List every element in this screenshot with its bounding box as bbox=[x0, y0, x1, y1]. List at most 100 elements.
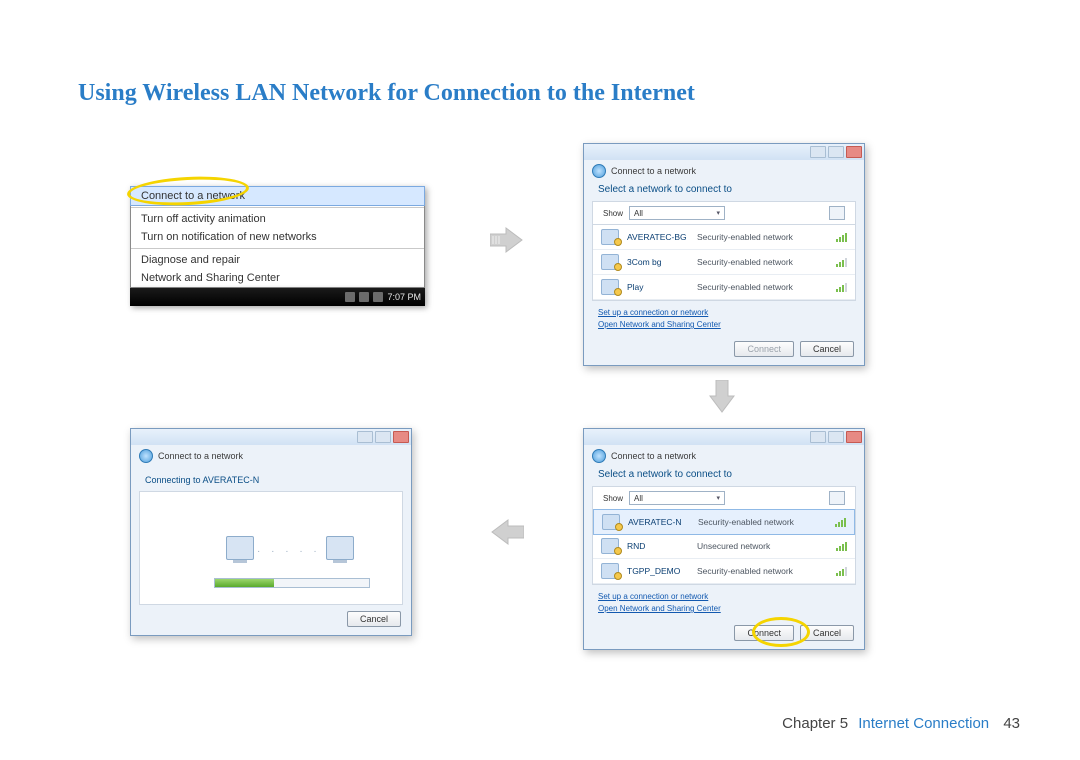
show-label: Show bbox=[603, 209, 623, 218]
network-row[interactable]: RND Unsecured network bbox=[593, 534, 855, 559]
signal-bars-icon bbox=[836, 282, 847, 292]
network-icon bbox=[601, 563, 619, 579]
network-icon bbox=[601, 279, 619, 295]
network-icon bbox=[601, 538, 619, 554]
chevron-down-icon: ▾ bbox=[717, 494, 721, 502]
network-name: AVERATEC-BG bbox=[627, 232, 689, 242]
back-nav-icon[interactable] bbox=[592, 449, 606, 463]
maximize-button[interactable] bbox=[828, 146, 844, 158]
network-icon bbox=[601, 254, 619, 270]
breadcrumb: Connect to a network bbox=[584, 445, 864, 467]
network-icon bbox=[601, 229, 619, 245]
show-filter-value: All bbox=[634, 494, 643, 503]
refresh-button[interactable] bbox=[829, 206, 845, 220]
network-row[interactable]: 3Com bg Security-enabled network bbox=[593, 250, 855, 275]
network-desc: Security-enabled network bbox=[697, 282, 828, 292]
arrow-right-icon bbox=[490, 226, 524, 254]
network-row[interactable]: Play Security-enabled network bbox=[593, 275, 855, 300]
network-name: 3Com bg bbox=[627, 257, 689, 267]
network-desc: Security-enabled network bbox=[698, 517, 827, 527]
connect-button[interactable]: Connect bbox=[734, 625, 794, 641]
progress-bar bbox=[214, 578, 370, 588]
network-name: TGPP_DEMO bbox=[627, 566, 689, 576]
back-nav-icon[interactable] bbox=[139, 449, 153, 463]
menu-separator bbox=[131, 248, 424, 249]
connect-button[interactable]: Connect bbox=[734, 341, 794, 357]
maximize-button[interactable] bbox=[375, 431, 391, 443]
titlebar bbox=[584, 144, 864, 160]
network-row[interactable]: AVERATEC-BG Security-enabled network bbox=[593, 225, 855, 250]
cancel-button[interactable]: Cancel bbox=[347, 611, 401, 627]
close-button[interactable] bbox=[393, 431, 409, 443]
breadcrumb-text: Connect to a network bbox=[611, 166, 696, 176]
signal-bars-icon bbox=[836, 541, 847, 551]
connect-to-network-window-step2: Connect to a network Select a network to… bbox=[583, 143, 865, 366]
instruction-text: Select a network to connect to bbox=[584, 467, 864, 486]
network-desc: Security-enabled network bbox=[697, 257, 828, 267]
arrow-left-icon bbox=[490, 518, 524, 546]
signal-bars-icon bbox=[836, 232, 847, 242]
titlebar bbox=[131, 429, 411, 445]
breadcrumb-text: Connect to a network bbox=[611, 451, 696, 461]
footer-chapter: Chapter 5 bbox=[782, 715, 848, 732]
link-open-sharing-center[interactable]: Open Network and Sharing Center bbox=[598, 319, 850, 331]
page-title: Using Wireless LAN Network for Connectio… bbox=[78, 80, 695, 107]
link-setup-connection[interactable]: Set up a connection or network bbox=[598, 307, 850, 319]
network-name: Play bbox=[627, 282, 689, 292]
breadcrumb: Connect to a network bbox=[131, 445, 411, 467]
connecting-window-step4: Connect to a network Connecting to AVERA… bbox=[130, 428, 412, 636]
close-button[interactable] bbox=[846, 431, 862, 443]
footer-page-number: 43 bbox=[1003, 715, 1020, 732]
menu-item-connect-to-network[interactable]: Connect to a network bbox=[130, 186, 425, 206]
signal-bars-icon bbox=[836, 566, 847, 576]
network-row[interactable]: TGPP_DEMO Security-enabled network bbox=[593, 559, 855, 584]
signal-bars-icon bbox=[835, 517, 846, 527]
taskbar-clock: 7:07 PM bbox=[387, 292, 421, 302]
cancel-button[interactable]: Cancel bbox=[800, 341, 854, 357]
instruction-text: Select a network to connect to bbox=[584, 182, 864, 201]
network-desc: Unsecured network bbox=[697, 541, 828, 551]
cancel-button[interactable]: Cancel bbox=[800, 625, 854, 641]
progress-fill bbox=[215, 579, 274, 587]
taskbar: 7:07 PM bbox=[130, 288, 425, 306]
network-tray-icon[interactable] bbox=[359, 292, 369, 302]
menu-item-turn-off-animation[interactable]: Turn off activity animation bbox=[131, 210, 424, 228]
pc-icon bbox=[226, 536, 254, 560]
network-list-container: Show All ▾ AVERATEC-N Security-enabled n… bbox=[592, 486, 856, 585]
network-desc: Security-enabled network bbox=[697, 232, 828, 242]
maximize-button[interactable] bbox=[828, 431, 844, 443]
titlebar bbox=[584, 429, 864, 445]
page-footer: Chapter 5 Internet Connection 43 bbox=[782, 715, 1020, 732]
minimize-button[interactable] bbox=[357, 431, 373, 443]
breadcrumb: Connect to a network bbox=[584, 160, 864, 182]
close-button[interactable] bbox=[846, 146, 862, 158]
refresh-button[interactable] bbox=[829, 491, 845, 505]
pc-icon bbox=[326, 536, 354, 560]
minimize-button[interactable] bbox=[810, 146, 826, 158]
network-row-selected[interactable]: AVERATEC-N Security-enabled network bbox=[593, 509, 855, 535]
footer-section: Internet Connection bbox=[858, 715, 989, 732]
show-filter-value: All bbox=[634, 209, 643, 218]
arrow-down-icon bbox=[708, 380, 736, 414]
network-name: AVERATEC-N bbox=[628, 517, 690, 527]
chevron-down-icon: ▾ bbox=[717, 209, 721, 217]
volume-tray-icon[interactable] bbox=[373, 292, 383, 302]
menu-item-diagnose-repair[interactable]: Diagnose and repair bbox=[131, 251, 424, 269]
show-filter-dropdown[interactable]: All ▾ bbox=[629, 206, 725, 220]
link-open-sharing-center[interactable]: Open Network and Sharing Center bbox=[598, 603, 850, 615]
menu-item-network-sharing-center[interactable]: Network and Sharing Center bbox=[131, 269, 424, 287]
menu-item-turn-on-notification[interactable]: Turn on notification of new networks bbox=[131, 228, 424, 246]
connecting-status: Connecting to AVERATEC-N bbox=[131, 467, 411, 491]
minimize-button[interactable] bbox=[810, 431, 826, 443]
network-icon bbox=[602, 514, 620, 530]
show-filter-dropdown[interactable]: All ▾ bbox=[629, 491, 725, 505]
back-nav-icon[interactable] bbox=[592, 164, 606, 178]
tray-context-menu: Connect to a network Turn off activity a… bbox=[130, 186, 425, 288]
network-list-container: Show All ▾ AVERATEC-BG Security-enabled … bbox=[592, 201, 856, 301]
breadcrumb-text: Connect to a network bbox=[158, 451, 243, 461]
tray-icon[interactable] bbox=[345, 292, 355, 302]
show-label: Show bbox=[603, 494, 623, 503]
network-name: RND bbox=[627, 541, 689, 551]
link-setup-connection[interactable]: Set up a connection or network bbox=[598, 591, 850, 603]
progress-area: · · · · · · · bbox=[139, 491, 403, 605]
